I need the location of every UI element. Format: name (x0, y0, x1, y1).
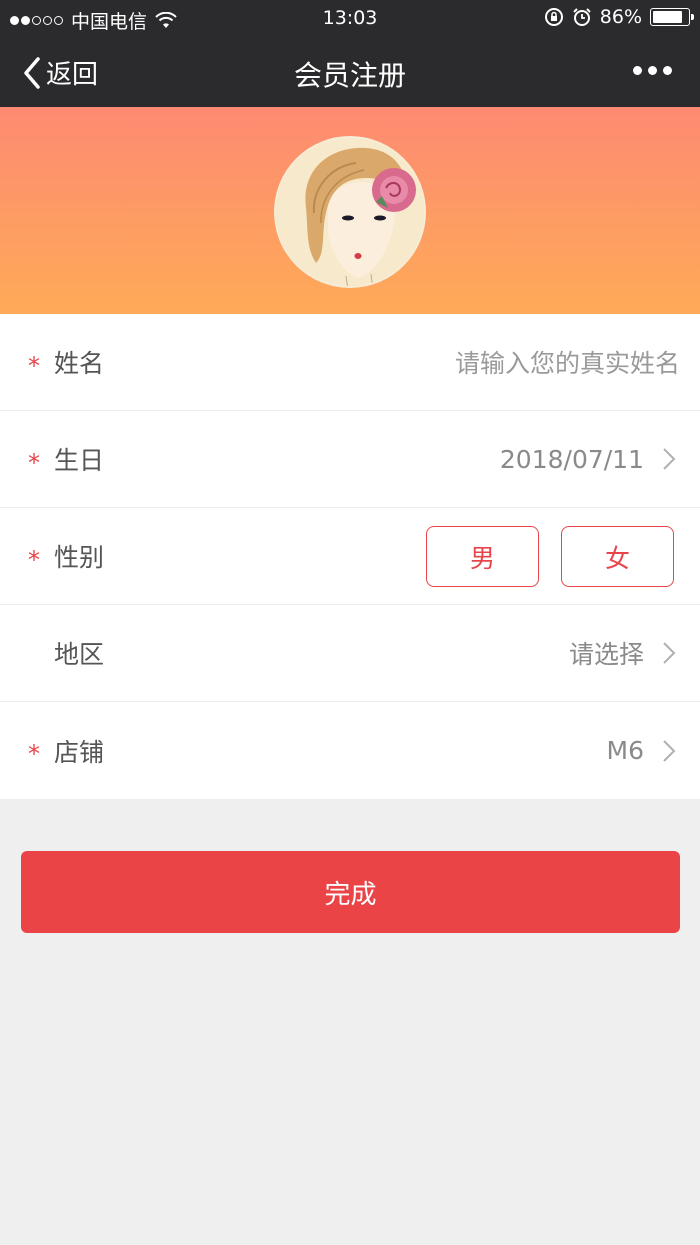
gender-label: 性别 (54, 543, 105, 572)
name-row[interactable]: * 姓名 请输入您的真实姓名 (0, 314, 700, 411)
store-label: 店铺 (54, 737, 105, 767)
birthday-row[interactable]: * 生日 2018/07/11 (0, 411, 700, 508)
status-right: 86% (544, 6, 694, 28)
status-bar: 中国电信 13:03 86% (0, 0, 700, 36)
gender-male-button[interactable]: 男 (426, 526, 539, 587)
chevron-right-icon (663, 739, 676, 762)
name-input[interactable]: 请输入您的真实姓名 (455, 344, 680, 380)
required-mark: * (28, 449, 40, 477)
required-mark: * (28, 352, 40, 380)
birthday-value: 2018/07/11 (499, 444, 644, 474)
more-icon[interactable] (633, 66, 672, 75)
orientation-lock-icon (544, 8, 563, 26)
alarm-icon (573, 8, 591, 26)
avatar-illustration (276, 138, 424, 286)
region-row[interactable]: 地区 请选择 (0, 605, 700, 702)
battery-icon (650, 8, 694, 26)
required-mark: * (28, 546, 40, 574)
registration-form: * 姓名 请输入您的真实姓名 * 生日 2018/07/11 * 性别 男 女 … (0, 314, 700, 799)
gender-options: 男 女 (426, 526, 674, 587)
avatar[interactable] (274, 136, 426, 288)
store-row[interactable]: * 店铺 M6 (0, 702, 700, 799)
battery-percent: 86% (599, 6, 642, 28)
required-mark: * (28, 740, 40, 768)
chevron-right-icon (663, 448, 676, 470)
profile-banner (0, 107, 700, 314)
page-title: 会员注册 (293, 59, 406, 92)
nav-bar: 返回 会员注册 (0, 36, 700, 107)
store-value: M6 (606, 736, 644, 765)
birthday-label: 生日 (54, 446, 105, 475)
region-value: 请选择 (568, 640, 644, 669)
gender-row: * 性别 男 女 (0, 508, 700, 605)
region-label: 地区 (54, 640, 105, 669)
submit-button[interactable]: 完成 (21, 851, 680, 933)
chevron-right-icon (663, 642, 676, 664)
gender-female-button[interactable]: 女 (561, 526, 674, 587)
name-label: 姓名 (54, 349, 105, 378)
